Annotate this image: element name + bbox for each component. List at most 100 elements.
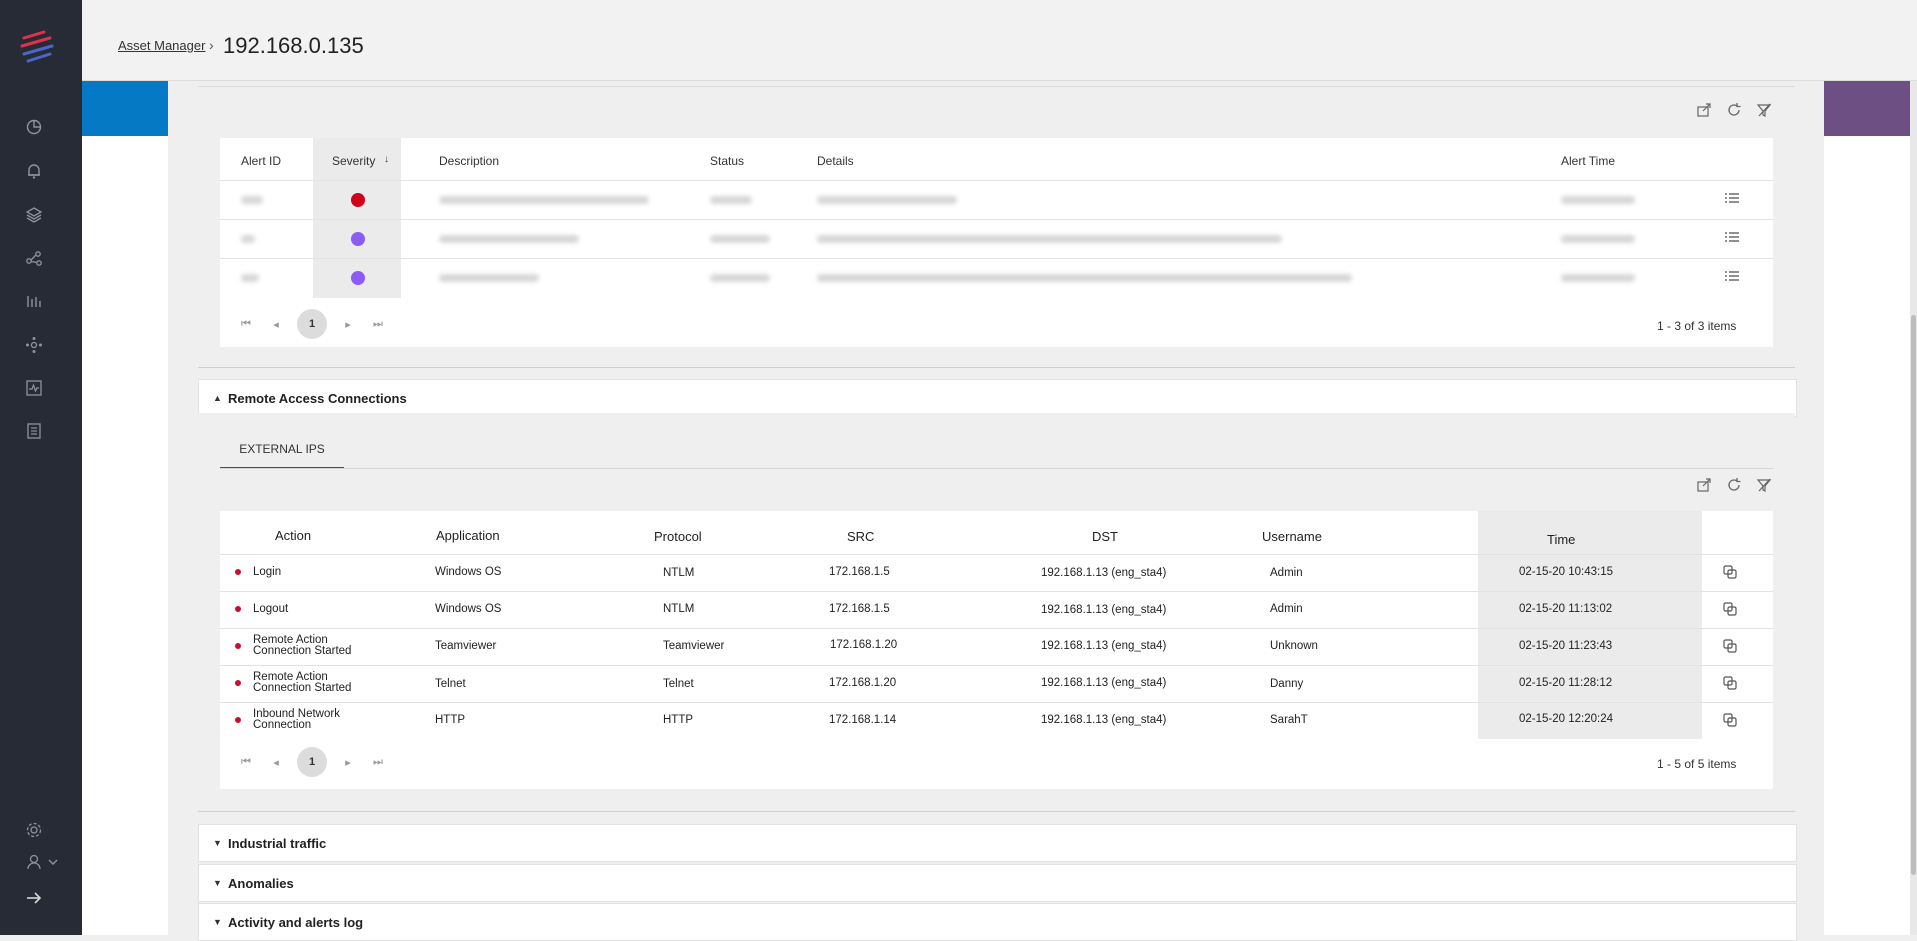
app-logo[interactable] xyxy=(18,28,58,68)
remote-access-title: Remote Access Connections xyxy=(228,391,407,406)
copy-icon[interactable] xyxy=(1723,713,1737,727)
table-row[interactable]: Logout Windows OS NTLM 172.168.1.5 192.1… xyxy=(220,591,1773,629)
cell-src: 172.168.1.20 xyxy=(829,677,897,689)
tab-external-ips[interactable]: EXTERNAL IPS xyxy=(220,431,344,469)
remote-access-pager: ⏮ ◂ 1 ▸ ⏭ xyxy=(231,747,393,777)
clear-filter-icon[interactable] xyxy=(1756,477,1772,493)
col-status[interactable]: Status xyxy=(710,154,744,168)
logout-icon[interactable] xyxy=(25,889,47,911)
alert-row[interactable] xyxy=(220,219,1773,258)
col-action[interactable]: Action xyxy=(275,528,311,543)
cell-time: 02-15-20 11:13:02 xyxy=(1519,603,1613,615)
remote-access-toolbar xyxy=(1696,477,1772,493)
right-gutter xyxy=(1824,136,1912,935)
first-page-button[interactable]: ⏮ xyxy=(231,318,261,331)
breadcrumb-separator: › xyxy=(209,37,214,53)
copy-icon[interactable] xyxy=(1723,565,1737,579)
export-icon[interactable] xyxy=(1696,102,1712,118)
last-page-button[interactable]: ⏭ xyxy=(363,756,393,769)
first-page-button[interactable]: ⏮ xyxy=(231,756,261,769)
remote-access-panel: EXTERNAL IPS Action Application Protocol… xyxy=(198,413,1795,812)
sort-desc-icon[interactable]: ↓ xyxy=(384,154,389,165)
alert-row[interactable] xyxy=(220,258,1773,297)
table-row[interactable]: Login Windows OS NTLM 172.168.1.5 192.16… xyxy=(220,554,1773,592)
network-icon[interactable] xyxy=(25,249,47,271)
refresh-icon[interactable] xyxy=(1726,477,1742,493)
col-time[interactable]: Time xyxy=(1547,532,1575,547)
activity-log-title: Activity and alerts log xyxy=(228,915,364,930)
cell-dst: 192.168.1.13 (eng_sta4) xyxy=(1041,604,1167,616)
prev-page-button[interactable]: ◂ xyxy=(261,318,291,331)
col-description[interactable]: Description xyxy=(439,154,499,168)
col-dst[interactable]: DST xyxy=(1092,529,1118,544)
cell-time: 02-15-20 12:20:24 xyxy=(1519,713,1613,725)
details-list-icon[interactable] xyxy=(1724,270,1739,284)
refresh-icon[interactable] xyxy=(1726,102,1742,118)
breadcrumb-asset-manager-link[interactable]: Asset Manager xyxy=(118,38,205,53)
cell-application: Teamviewer xyxy=(435,640,497,652)
bar-chart-icon[interactable] xyxy=(25,292,47,314)
cell-protocol: NTLM xyxy=(663,603,695,615)
severity-dot xyxy=(351,232,365,246)
next-page-button[interactable]: ▸ xyxy=(333,318,363,331)
status-dot xyxy=(235,717,241,723)
col-alert-time[interactable]: Alert Time xyxy=(1561,154,1615,168)
cell-dst: 192.168.1.13 (eng_sta4) xyxy=(1041,640,1167,652)
export-icon[interactable] xyxy=(1696,477,1712,493)
col-severity[interactable]: Severity xyxy=(332,154,375,168)
cell-action: Logout xyxy=(253,603,289,615)
cell-application: HTTP xyxy=(435,714,466,726)
cell-src: 172.168.1.20 xyxy=(830,639,898,651)
details-list-icon[interactable] xyxy=(1724,192,1739,206)
table-row[interactable]: Remote Action Connection Started Teamvie… xyxy=(220,628,1773,666)
activity-icon[interactable] xyxy=(25,379,47,401)
industrial-traffic-section-header[interactable]: ▼ Industrial traffic xyxy=(198,824,1797,862)
cell-time: 02-15-20 11:23:43 xyxy=(1519,640,1613,652)
cell-protocol: HTTP xyxy=(663,714,694,726)
status-dot xyxy=(235,680,241,686)
clear-filter-icon[interactable] xyxy=(1756,102,1772,118)
bell-icon[interactable] xyxy=(25,162,47,184)
details-list-icon[interactable] xyxy=(1724,231,1739,245)
remote-access-section-header[interactable]: ▲ Remote Access Connections xyxy=(198,379,1797,417)
status-dot xyxy=(235,569,241,575)
cell-action: Remote Action Connection Started xyxy=(253,671,352,694)
cell-action: Login xyxy=(253,566,282,578)
copy-icon[interactable] xyxy=(1723,676,1737,690)
cell-dst: 192.168.1.13 (eng_sta4) xyxy=(1041,714,1167,726)
activity-log-section-header[interactable]: ▼ Activity and alerts log xyxy=(198,903,1797,941)
next-page-button[interactable]: ▸ xyxy=(333,756,363,769)
industrial-traffic-title: Industrial traffic xyxy=(228,836,327,851)
table-row[interactable]: Remote Action Connection Started Telnet … xyxy=(220,665,1773,703)
layers-icon[interactable] xyxy=(25,206,47,228)
dashboard-icon[interactable] xyxy=(25,118,47,140)
user-menu-icon[interactable] xyxy=(25,853,65,875)
col-application[interactable]: Application xyxy=(436,528,500,543)
last-page-button[interactable]: ⏭ xyxy=(363,318,393,331)
cell-username: Unknown xyxy=(1270,640,1318,652)
copy-icon[interactable] xyxy=(1723,602,1737,616)
cell-application: Windows OS xyxy=(435,603,502,615)
remote-access-table: Action Application Protocol SRC DST User… xyxy=(220,511,1773,789)
severity-dot xyxy=(351,271,365,285)
cell-protocol: Teamviewer xyxy=(663,640,725,652)
col-protocol[interactable]: Protocol xyxy=(654,529,702,544)
hub-icon[interactable] xyxy=(25,336,47,358)
page-1-button[interactable]: 1 xyxy=(297,309,327,339)
col-username[interactable]: Username xyxy=(1262,529,1322,544)
scrollbar-thumb[interactable] xyxy=(1911,315,1916,875)
col-details[interactable]: Details xyxy=(817,154,854,168)
report-icon[interactable] xyxy=(25,422,47,444)
col-src[interactable]: SRC xyxy=(847,529,874,544)
gear-icon[interactable] xyxy=(25,821,47,843)
page-1-button[interactable]: 1 xyxy=(297,747,327,777)
caret-down-icon: ▼ xyxy=(213,878,222,888)
table-row[interactable]: Inbound Network Connection HTTP HTTP 172… xyxy=(220,702,1773,740)
alert-row[interactable] xyxy=(220,180,1773,219)
anomalies-section-header[interactable]: ▼ Anomalies xyxy=(198,864,1797,902)
copy-icon[interactable] xyxy=(1723,639,1737,653)
alerts-table: Alert ID Severity ↓ Description Status D… xyxy=(220,138,1773,347)
prev-page-button[interactable]: ◂ xyxy=(261,756,291,769)
cell-username: Admin xyxy=(1270,603,1303,615)
col-alert-id[interactable]: Alert ID xyxy=(241,154,281,168)
